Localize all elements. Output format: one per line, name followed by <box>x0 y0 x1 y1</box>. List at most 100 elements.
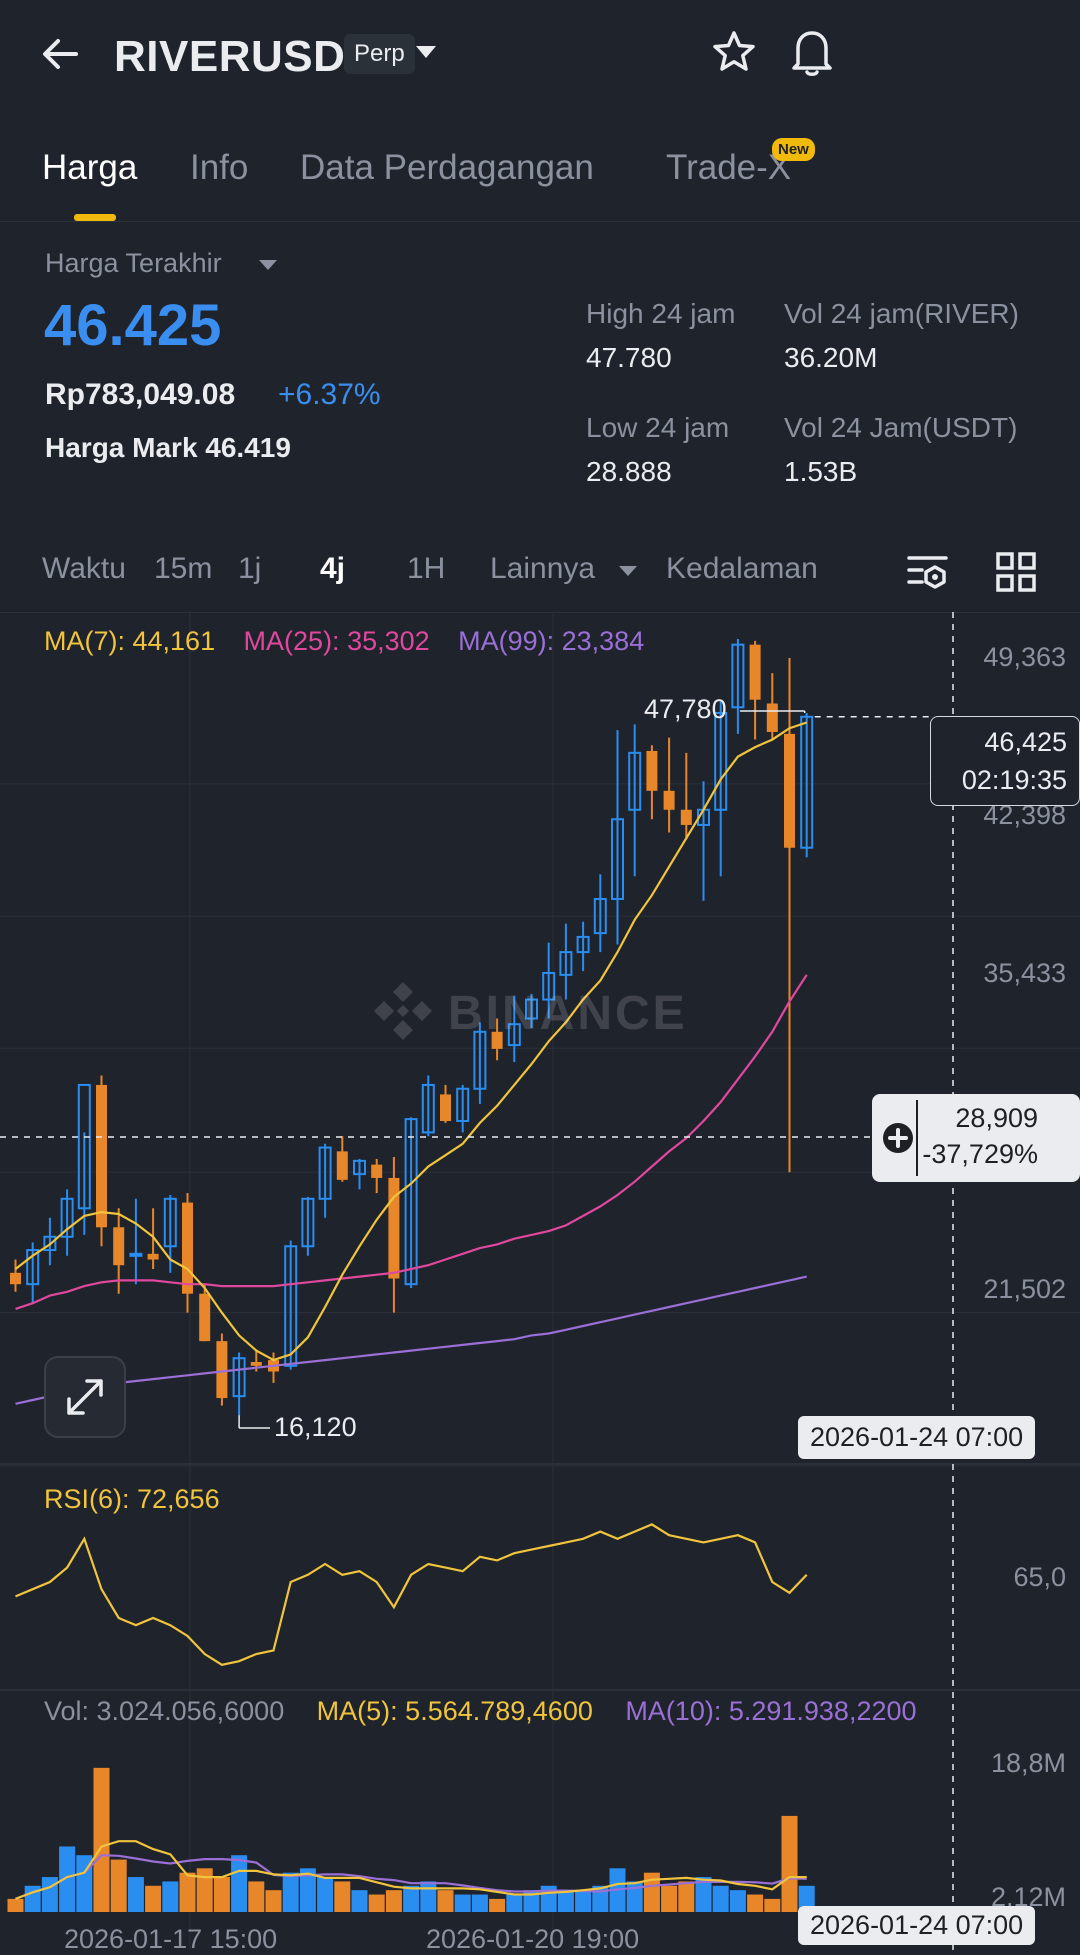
volume-bar <box>575 1890 592 1912</box>
candle-body <box>10 1272 21 1285</box>
volume-bar <box>368 1894 385 1912</box>
crosshair-box[interactable]: 28,909 -37,729% <box>872 1094 1080 1182</box>
tab-data-perdagangan[interactable]: Data Perdagangan <box>300 148 594 188</box>
candle-body <box>147 1253 159 1260</box>
binance-watermark: BINANCE <box>370 976 710 1046</box>
symbol-title[interactable]: RIVERUSDT <box>114 32 373 82</box>
candle-body <box>440 1094 451 1121</box>
candle-body <box>371 1164 383 1178</box>
mark-price: Harga Mark 46.419 <box>45 432 291 463</box>
crosshair-price: 28,909 <box>955 1103 1038 1133</box>
volume-bar <box>781 1815 798 1912</box>
candle-body <box>680 809 692 825</box>
interval-bar: Waktu 15m 1j 4j 1H Lainnya Kedalaman <box>0 548 1080 598</box>
volume-bar <box>213 1877 230 1912</box>
grid-layout-icon[interactable] <box>994 550 1038 594</box>
candle-body <box>199 1293 211 1342</box>
price-summary: Harga Terakhir 46.425 Rp783,049.08 +6.37… <box>0 230 1080 490</box>
interval-lainnya[interactable]: Lainnya <box>490 552 595 586</box>
candle-body <box>216 1341 228 1399</box>
volume-legend: Vol: 3.024.056,6000 MA(5): 5.564.789,460… <box>44 1696 1044 1732</box>
volume-bar <box>145 1885 162 1912</box>
chart-settings-icon[interactable] <box>906 550 950 594</box>
volume-bar <box>93 1767 110 1912</box>
arrow-left-icon[interactable] <box>36 30 84 78</box>
volume-bar <box>626 1881 643 1912</box>
active-tab-indicator <box>74 214 116 221</box>
price-change: +6.37% <box>278 378 381 411</box>
volume-bar <box>403 1885 420 1912</box>
countdown: 02:19:35 <box>961 765 1067 795</box>
volume-bar <box>385 1890 402 1912</box>
perp-badge: Perp <box>344 34 415 74</box>
high-marker: 47,780 <box>644 694 727 724</box>
tab-bar: Harga Info Data Perdagangan Trade-X New <box>0 138 1080 221</box>
volume-bar <box>282 1872 299 1912</box>
interval-1h[interactable]: 1H <box>407 552 445 586</box>
y-tick: 49,363 <box>983 642 1066 672</box>
volume-bar <box>334 1881 351 1912</box>
vol-label: Vol: 3.024.056,6000 <box>44 1696 285 1726</box>
candle-body <box>113 1227 125 1266</box>
crosshair-percent: -37,729% <box>922 1139 1038 1169</box>
candle-body <box>129 1252 143 1257</box>
volume-bar <box>162 1881 179 1912</box>
star-icon[interactable] <box>710 28 758 76</box>
y-tick: 35,433 <box>983 958 1066 988</box>
interval-15m[interactable]: 15m <box>154 552 212 586</box>
volume-bar <box>437 1890 454 1912</box>
vol-usdt-label: Vol 24 Jam(USDT) <box>784 412 1018 443</box>
ma99-label: MA(99): 23,384 <box>458 626 645 656</box>
crosshair-values: 28,909 -37,729% <box>922 1100 1038 1172</box>
volume-bar <box>747 1894 764 1912</box>
caret-down-icon[interactable] <box>414 42 438 62</box>
interval-4j[interactable]: 4j <box>320 552 345 586</box>
y-tick: 21,502 <box>983 1274 1066 1304</box>
vol-tick: 18,8M <box>990 1748 1066 1778</box>
vol-ma5-label: MA(5): 5.564.789,4600 <box>316 1696 593 1726</box>
tab-divider <box>0 221 1080 222</box>
top-bar: RIVERUSDT Perp <box>0 0 1080 130</box>
bottom-date: 2026-01-24 07:00 <box>798 1906 1036 1945</box>
current-price: 46,425 <box>984 727 1067 757</box>
interval-kedalaman[interactable]: Kedalaman <box>666 552 818 586</box>
plus-circle-icon[interactable] <box>880 1120 916 1156</box>
binance-logo-icon <box>374 982 432 1040</box>
volume-bar <box>506 1894 523 1912</box>
ma-legend: MA(7): 44,161 MA(25): 35,302 MA(99): 23,… <box>44 626 804 662</box>
volume-bar <box>454 1894 471 1912</box>
current-price-box: 46,425 02:19:35 <box>930 716 1080 806</box>
volume-bar <box>351 1890 368 1912</box>
tab-harga[interactable]: Harga <box>42 148 137 188</box>
low-24h-value: 28.888 <box>586 456 672 487</box>
caret-down-icon[interactable] <box>258 258 278 272</box>
ma25-label: MA(25): 35,302 <box>243 626 430 656</box>
last-price-label[interactable]: Harga Terakhir <box>45 248 222 279</box>
volume-bar <box>471 1894 488 1912</box>
kline-chart[interactable] <box>0 612 1080 1950</box>
new-badge: New <box>772 138 815 161</box>
volume-bar <box>764 1898 781 1912</box>
interval-1j[interactable]: 1j <box>238 552 261 586</box>
candle-body <box>182 1202 193 1294</box>
caret-down-icon[interactable] <box>618 564 638 578</box>
bell-icon[interactable] <box>788 26 836 78</box>
high-24h-label: High 24 jam <box>586 298 736 329</box>
volume-bar <box>231 1855 248 1912</box>
ma99-line <box>15 1275 807 1405</box>
volume-bar <box>41 1877 58 1912</box>
volume-bar <box>678 1881 695 1912</box>
candle-body <box>336 1151 348 1180</box>
crosshair-box-divider <box>916 1100 918 1176</box>
tab-info[interactable]: Info <box>190 148 248 188</box>
candle-body <box>646 750 658 791</box>
volume-bar <box>110 1859 127 1912</box>
expand-button[interactable] <box>44 1356 126 1438</box>
x-label: 2026-01-17 15:00 <box>64 1924 278 1954</box>
expand-icon <box>67 1379 103 1415</box>
interval-waktu[interactable]: Waktu <box>42 552 126 586</box>
candle-body <box>96 1084 107 1228</box>
high-24h-value: 47.780 <box>586 342 672 373</box>
rsi-tick: 65,0 <box>1013 1562 1066 1592</box>
candle-body <box>250 1362 262 1366</box>
